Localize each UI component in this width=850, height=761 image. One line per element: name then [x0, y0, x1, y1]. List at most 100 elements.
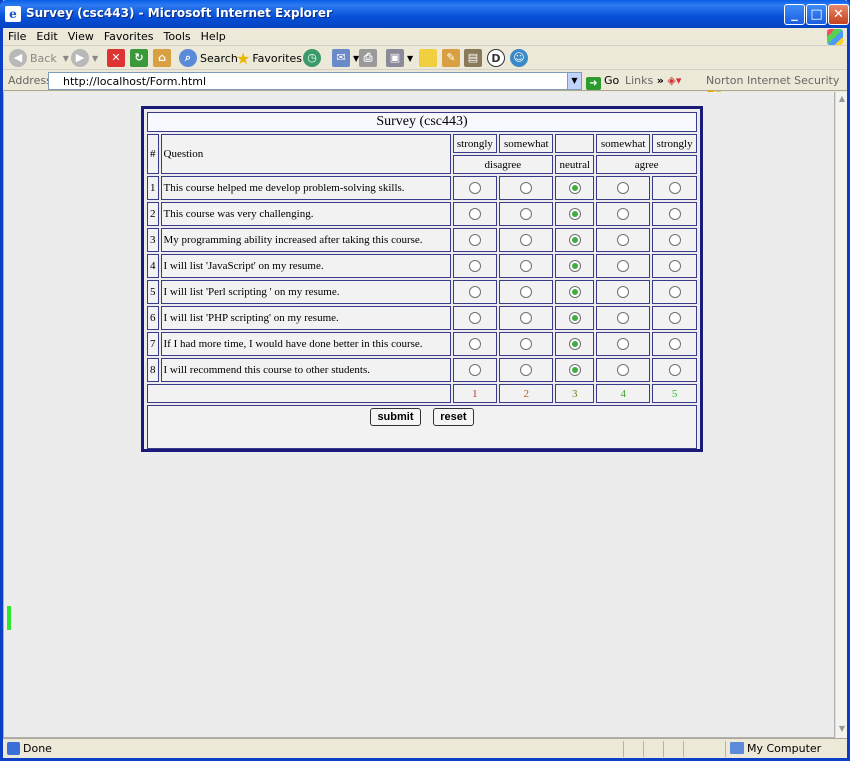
rating-radio-4[interactable] — [617, 234, 630, 247]
rating-cell — [452, 332, 498, 356]
rating-radio-5[interactable] — [668, 234, 681, 247]
rating-radio-3[interactable] — [568, 286, 581, 299]
address-input[interactable]: http://localhost/Form.html ▼ — [48, 72, 582, 90]
rating-radio-1[interactable] — [468, 364, 481, 377]
rating-radio-1[interactable] — [468, 260, 481, 273]
back-button[interactable]: ◀ Back ▼ — [9, 48, 69, 68]
rating-cell — [596, 176, 651, 200]
rating-radio-3[interactable] — [568, 364, 581, 377]
search-button[interactable]: ⌕ Search — [179, 48, 238, 68]
print-button[interactable]: ⎙ — [359, 48, 380, 68]
rating-radio-3[interactable] — [568, 260, 581, 273]
rating-radio-4[interactable] — [617, 312, 630, 325]
close-button[interactable]: ✕ — [828, 4, 849, 25]
forward-button[interactable]: ▶ ▼ — [71, 48, 98, 68]
rating-radio-1[interactable] — [468, 312, 481, 325]
media-button[interactable]: ▤ — [464, 48, 485, 68]
rating-radio-3[interactable] — [568, 234, 581, 247]
mail-button[interactable]: ✉ ▼ — [332, 48, 359, 68]
search-label: Search — [200, 51, 238, 65]
rating-radio-2[interactable] — [520, 260, 533, 273]
rating-radio-2[interactable] — [520, 182, 533, 195]
survey-title: Survey (csc443) — [147, 112, 697, 132]
rating-radio-1[interactable] — [468, 338, 481, 351]
rating-cell — [652, 228, 697, 252]
refresh-button[interactable]: ↻ — [130, 48, 151, 68]
links-button[interactable]: Links » ◈▾ — [625, 74, 681, 87]
rating-radio-4[interactable] — [617, 364, 630, 377]
rating-radio-5[interactable] — [668, 260, 681, 273]
menu-favorites[interactable]: Favorites — [99, 28, 159, 45]
go-button[interactable]: ➜ Go — [586, 74, 619, 90]
scale-number-spacer — [147, 384, 451, 403]
menu-edit[interactable]: Edit — [31, 28, 62, 45]
rating-radio-4[interactable] — [617, 286, 630, 299]
toolbar: ◀ Back ▼ ▶ ▼ ✕ ↻ ⌂ ⌕ Search ★ Favorites ◷ ✉ ▼ … — [3, 46, 847, 70]
rating-radio-2[interactable] — [520, 312, 533, 325]
rating-radio-5[interactable] — [668, 182, 681, 195]
rating-radio-5[interactable] — [668, 364, 681, 377]
norton-label: Norton Internet Security — [706, 74, 840, 87]
favorites-button[interactable]: ★ Favorites — [236, 48, 302, 68]
rating-cell — [499, 176, 554, 200]
search-icon: ⌕ — [179, 49, 197, 67]
menu-help[interactable]: Help — [196, 28, 231, 45]
page-done-icon — [7, 742, 20, 755]
rating-cell — [596, 358, 651, 382]
question-text: I will recommend this course to other st… — [160, 358, 451, 382]
question-row: 4I will list 'JavaScript' on my resume. — [147, 254, 697, 278]
messenger-button[interactable]: ☺ — [510, 48, 531, 68]
rating-radio-2[interactable] — [520, 208, 533, 221]
menu-view[interactable]: View — [63, 28, 99, 45]
home-button[interactable]: ⌂ — [153, 48, 174, 68]
scroll-up-icon[interactable]: ▲ — [837, 94, 847, 106]
rating-cell — [499, 228, 554, 252]
rating-radio-2[interactable] — [520, 338, 533, 351]
rating-radio-3[interactable] — [568, 312, 581, 325]
title-bar: e Survey (csc443) - Microsoft Internet E… — [0, 0, 850, 28]
menu-file[interactable]: File — [3, 28, 31, 45]
back-arrow-icon: ◀ — [9, 49, 27, 67]
scroll-down-icon[interactable]: ▼ — [837, 724, 847, 736]
rating-cell — [596, 228, 651, 252]
history-button[interactable]: ◷ — [303, 48, 324, 68]
rating-radio-3[interactable] — [568, 338, 581, 351]
rating-radio-1[interactable] — [468, 208, 481, 221]
research-button[interactable]: ✎ — [442, 48, 463, 68]
question-row: 8I will recommend this course to other s… — [147, 358, 697, 382]
reset-button[interactable]: reset — [433, 408, 474, 426]
notes-button[interactable] — [419, 48, 440, 68]
question-row: 1 This course helped me develop problem-s… — [147, 176, 697, 200]
minimize-button[interactable]: _ — [784, 4, 805, 25]
submit-button[interactable]: submit — [370, 408, 421, 426]
rating-radio-1[interactable] — [468, 182, 481, 195]
rating-radio-5[interactable] — [668, 286, 681, 299]
address-dropdown-icon[interactable]: ▼ — [567, 73, 581, 89]
rating-radio-4[interactable] — [617, 338, 630, 351]
rating-radio-2[interactable] — [520, 364, 533, 377]
rating-radio-4[interactable] — [617, 182, 630, 195]
rating-radio-4[interactable] — [617, 260, 630, 273]
rating-radio-4[interactable] — [617, 208, 630, 221]
stop-icon: ✕ — [107, 49, 125, 67]
menu-tools[interactable]: Tools — [159, 28, 196, 45]
d-button[interactable]: D — [487, 48, 508, 68]
rating-radio-3[interactable] — [568, 182, 581, 195]
rating-radio-5[interactable] — [668, 312, 681, 325]
rating-radio-1[interactable] — [468, 286, 481, 299]
status-divider — [663, 741, 664, 757]
rating-radio-2[interactable] — [520, 286, 533, 299]
rating-radio-5[interactable] — [668, 338, 681, 351]
maximize-button[interactable]: □ — [806, 4, 827, 25]
edit-button[interactable]: ▣ ▼ — [386, 48, 413, 68]
rating-radio-5[interactable] — [668, 208, 681, 221]
rating-radio-1[interactable] — [468, 234, 481, 247]
vertical-scrollbar[interactable]: ▲ ▼ — [835, 92, 847, 738]
rating-radio-2[interactable] — [520, 234, 533, 247]
mail-icon: ✉ — [332, 49, 350, 67]
rating-radio-3[interactable] — [568, 208, 581, 221]
stop-button[interactable]: ✕ — [107, 48, 128, 68]
rating-cell — [555, 176, 595, 200]
scale-top-3 — [555, 134, 595, 153]
messenger-icon: ☺ — [510, 49, 528, 67]
